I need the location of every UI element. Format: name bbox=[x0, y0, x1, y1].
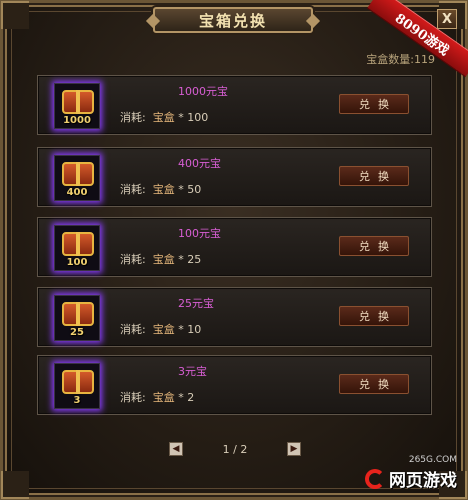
chest-icon: 3 bbox=[54, 363, 100, 409]
reward-name: 3元宝 bbox=[178, 365, 207, 378]
prev-page-button[interactable]: ◀ bbox=[169, 442, 183, 456]
cost-qty: * 100 bbox=[178, 111, 209, 124]
reward-name: 100元宝 bbox=[178, 227, 221, 240]
watermark-logo: 网页游戏 bbox=[365, 466, 457, 491]
cost-label: 消耗: bbox=[120, 253, 146, 266]
watermark-brand: 网页游戏 bbox=[389, 471, 457, 491]
close-button[interactable]: X bbox=[437, 9, 457, 29]
exchange-button[interactable]: 兑换 bbox=[339, 236, 409, 256]
reward-qty: 100 bbox=[66, 257, 88, 268]
cost-item: 宝盒 bbox=[152, 111, 175, 124]
next-page-button[interactable]: ▶ bbox=[286, 442, 301, 456]
page-indicator: 1 / 2 bbox=[222, 442, 248, 456]
cost-item: 宝盒 bbox=[152, 391, 175, 404]
cost-label: 消耗: bbox=[120, 323, 146, 336]
reward-name: 400元宝 bbox=[178, 157, 221, 170]
treasure-chest-icon bbox=[62, 370, 94, 394]
exchange-row: 25 25元宝 消耗: 宝盒 * 10 兑换 bbox=[37, 287, 432, 347]
chest-icon: 25 bbox=[54, 295, 100, 341]
reward-qty: 400 bbox=[66, 187, 88, 198]
cost-line: 消耗: 宝盒 * 100 bbox=[120, 109, 208, 125]
exchange-row: 1000 1000元宝 消耗: 宝盒 * 100 兑换 bbox=[37, 75, 432, 135]
cost-qty: * 25 bbox=[178, 253, 202, 266]
g-logo-icon bbox=[365, 468, 385, 489]
exchange-button[interactable]: 兑换 bbox=[339, 94, 409, 114]
treasure-chest-icon bbox=[62, 302, 94, 326]
chest-icon: 1000 bbox=[54, 83, 100, 129]
cost-line: 消耗: 宝盒 * 10 bbox=[120, 321, 201, 337]
cost-line: 消耗: 宝盒 * 50 bbox=[120, 181, 201, 197]
cost-qty: * 50 bbox=[178, 183, 202, 196]
pagination: ◀ 1 / 2 ▶ bbox=[169, 440, 301, 458]
exchange-row: 400 400元宝 消耗: 宝盒 * 50 兑换 bbox=[37, 147, 432, 207]
cost-label: 消耗: bbox=[120, 391, 146, 404]
cost-qty: * 10 bbox=[178, 323, 202, 336]
treasure-chest-icon bbox=[62, 90, 94, 114]
exchange-button[interactable]: 兑换 bbox=[339, 166, 409, 186]
cost-label: 消耗: bbox=[120, 183, 146, 196]
box-count-label: 宝盒数量:119 bbox=[366, 53, 435, 66]
treasure-chest-icon bbox=[62, 162, 94, 186]
cost-label: 消耗: bbox=[120, 111, 146, 124]
cost-item: 宝盒 bbox=[152, 253, 175, 266]
reward-name: 25元宝 bbox=[178, 297, 214, 310]
exchange-row: 3 3元宝 消耗: 宝盒 * 2 兑换 bbox=[37, 355, 432, 415]
chest-icon: 100 bbox=[54, 225, 100, 271]
exchange-button[interactable]: 兑换 bbox=[339, 374, 409, 394]
exchange-button[interactable]: 兑换 bbox=[339, 306, 409, 326]
window-title: 宝箱兑换 bbox=[198, 11, 267, 30]
frame-corner bbox=[1, 1, 29, 29]
treasure-chest-icon bbox=[62, 232, 94, 256]
site-watermark: 265G.COM 网页游戏 bbox=[327, 453, 461, 493]
chest-icon: 400 bbox=[54, 155, 100, 201]
reward-name: 1000元宝 bbox=[178, 85, 228, 98]
reward-qty: 25 bbox=[70, 327, 84, 338]
watermark-site: 265G.COM bbox=[408, 455, 457, 465]
frame-corner bbox=[1, 471, 29, 499]
exchange-window: 宝箱兑换 8090游戏 X 宝盒数量:119 1000 1000元宝 消耗: 宝… bbox=[0, 0, 468, 500]
cost-line: 消耗: 宝盒 * 25 bbox=[120, 251, 201, 267]
cost-qty: * 2 bbox=[178, 391, 195, 404]
cost-item: 宝盒 bbox=[152, 183, 175, 196]
reward-qty: 1000 bbox=[63, 115, 91, 126]
reward-qty: 3 bbox=[73, 395, 81, 406]
window-title-plate: 宝箱兑换 bbox=[153, 7, 313, 33]
cost-item: 宝盒 bbox=[152, 323, 175, 336]
exchange-row: 100 100元宝 消耗: 宝盒 * 25 兑换 bbox=[37, 217, 432, 277]
cost-line: 消耗: 宝盒 * 2 bbox=[120, 389, 194, 405]
